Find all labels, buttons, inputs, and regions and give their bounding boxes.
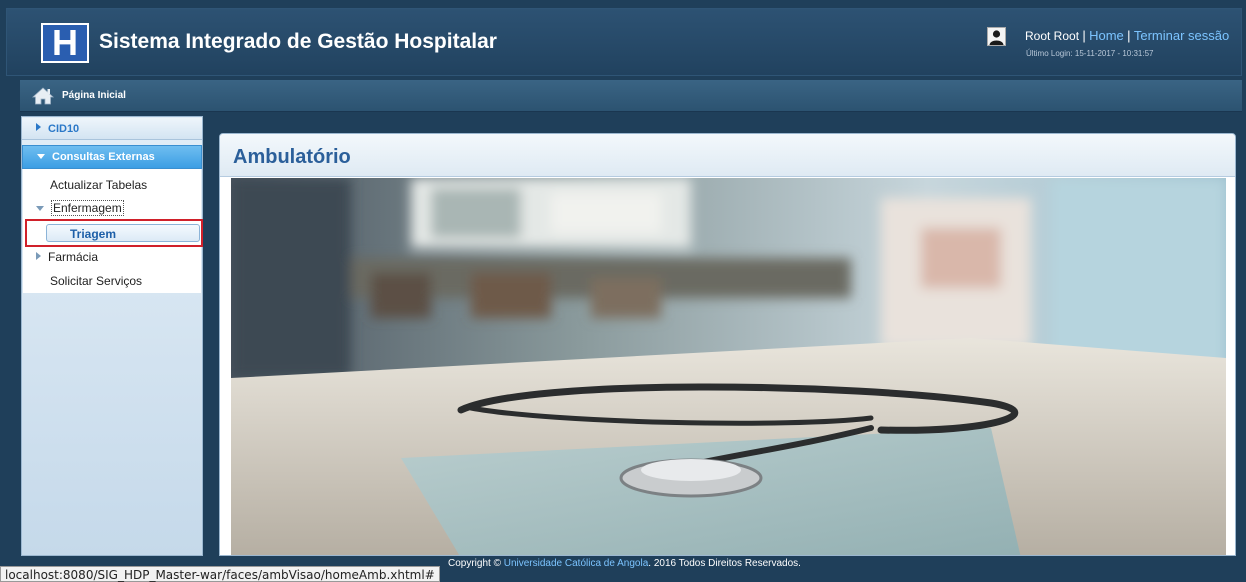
hospital-logo: H (41, 23, 89, 63)
menu-item-triagem[interactable]: Triagem (46, 224, 200, 242)
logout-link[interactable]: Terminar sessão (1134, 28, 1229, 43)
menu-item-actualizar-tabelas[interactable]: Actualizar Tabelas (50, 178, 147, 192)
copyright-suffix: . 2016 Todos Direitos Reservados. (648, 558, 801, 569)
copyright-prefix: Copyright © (448, 558, 504, 569)
user-info: Root Root | Home | Terminar sessão (1025, 28, 1229, 43)
main-panel: Ambulatório (219, 133, 1236, 556)
triangle-right-icon (36, 123, 41, 131)
menu-item-solicitar-servicos[interactable]: Solicitar Serviços (50, 274, 142, 288)
accordion-cid10-label: CID10 (48, 123, 80, 135)
accordion-cid10[interactable]: CID10 (22, 118, 202, 140)
triangle-down-icon (37, 154, 45, 159)
separator: | (1127, 28, 1131, 43)
breadcrumb-home[interactable]: Página Inicial (62, 90, 126, 101)
copyright-org-link[interactable]: Universidade Católica de Angola (504, 558, 649, 569)
user-avatar-icon (987, 27, 1006, 46)
menu-item-farmacia-label: Farmácia (48, 250, 99, 264)
menu-item-farmacia[interactable]: Farmácia (36, 250, 98, 264)
menu-item-enfermagem[interactable]: Enfermagem (36, 200, 124, 216)
browser-status-url: localhost:8080/SIG_HDP_Master-war/faces/… (0, 566, 440, 582)
home-icon[interactable] (31, 86, 55, 106)
accordion-consultas-externas[interactable]: Consultas Externas (22, 145, 202, 169)
triangle-right-icon (36, 252, 41, 260)
copyright-footer: Copyright © Universidade Católica de Ang… (448, 558, 801, 569)
app-header: H Sistema Integrado de Gestão Hospitalar… (6, 8, 1242, 76)
last-login-text: Último Login: 15-11-2017 - 10:31:57 (1026, 49, 1154, 58)
stethoscope-photo (231, 178, 1226, 555)
selection-highlight: Triagem (25, 219, 203, 247)
accordion-consultas-label: Consultas Externas (52, 151, 155, 163)
sidebar-menu: CID10 Consultas Externas Actualizar Tabe… (21, 116, 203, 556)
consultas-menu-panel: Actualizar Tabelas Enfermagem Triagem Fa… (23, 169, 203, 293)
separator: | (1082, 28, 1086, 43)
app-title: Sistema Integrado de Gestão Hospitalar (99, 30, 497, 53)
home-link[interactable]: Home (1089, 28, 1124, 43)
breadcrumb: Página Inicial (20, 80, 1242, 112)
panel-header: Ambulatório (220, 134, 1235, 177)
triangle-down-icon (36, 206, 44, 211)
page-title: Ambulatório (233, 146, 351, 168)
menu-item-enfermagem-label: Enfermagem (51, 200, 124, 216)
user-name: Root Root (1025, 29, 1080, 43)
